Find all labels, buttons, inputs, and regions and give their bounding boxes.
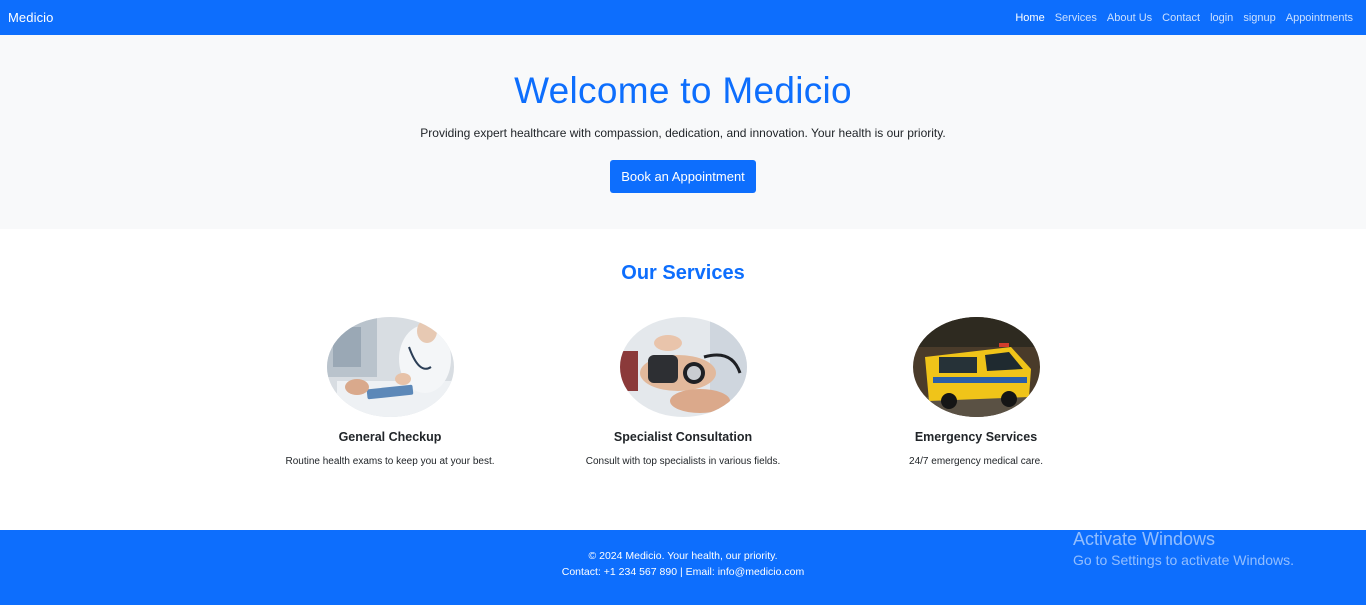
service-card-specialist-consultation: Specialist Consultation Consult with top… (538, 317, 828, 467)
service-card-emergency-services: Emergency Services 24/7 emergency medica… (831, 317, 1121, 467)
watermark-title: Activate Windows (1073, 529, 1216, 549)
service-card-description: 24/7 emergency medical care. (909, 456, 1043, 467)
nav-link-about-us[interactable]: About Us (1107, 12, 1152, 24)
blood-pressure-image (619, 317, 747, 417)
service-card-title: General Checkup (338, 430, 442, 444)
hero-section: Welcome to Medicio Providing expert heal… (0, 35, 1366, 229)
service-card-description: Consult with top specialists in various … (585, 456, 781, 467)
services-heading: Our Services (621, 262, 745, 284)
nav-link-contact[interactable]: Contact (1162, 12, 1200, 24)
activate-windows-watermark: Activate Windows Go to Settings to activ… (1073, 529, 1294, 568)
nav-link-services[interactable]: Services (1055, 12, 1097, 24)
nav-links: Home Services About Us Contact login sig… (1015, 12, 1358, 24)
book-appointment-button[interactable]: Book an Appointment (610, 159, 756, 193)
nav-link-appointments[interactable]: Appointments (1286, 12, 1353, 24)
service-card-description: Routine health exams to keep you at your… (285, 456, 495, 467)
service-card-title: Specialist Consultation (613, 430, 753, 444)
nav-link-login[interactable]: login (1210, 12, 1233, 24)
doctor-checkup-image (326, 317, 454, 417)
nav-link-signup[interactable]: signup (1243, 12, 1275, 24)
ambulance-image (912, 317, 1040, 417)
brand-logo-link[interactable]: Medicio (8, 10, 54, 25)
hero-subtitle: Providing expert healthcare with compass… (420, 125, 946, 140)
nav-link-home[interactable]: Home (1015, 12, 1044, 24)
top-navbar: Medicio Home Services About Us Contact l… (0, 0, 1366, 35)
watermark-subtitle: Go to Settings to activate Windows. (1073, 552, 1294, 568)
service-card-title: Emergency Services (914, 430, 1038, 444)
services-section: Our Services General Checkup Routine hea… (0, 229, 1366, 530)
services-cards: General Checkup Routine health exams to … (0, 317, 1366, 517)
hero-title: Welcome to Medicio (514, 70, 852, 111)
service-card-general-checkup: General Checkup Routine health exams to … (245, 317, 535, 467)
